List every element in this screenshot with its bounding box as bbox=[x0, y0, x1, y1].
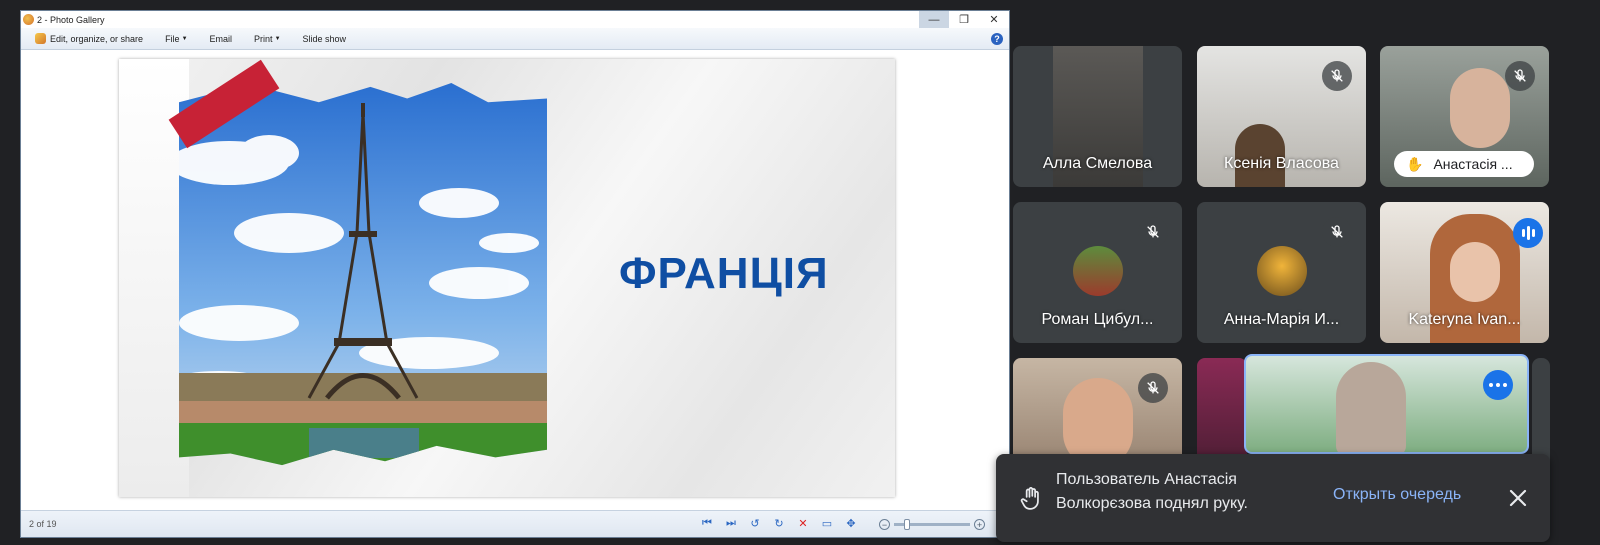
restore-button[interactable]: ❐ bbox=[949, 11, 979, 28]
raised-hand-badge: ✋ Анастасія ... bbox=[1394, 151, 1534, 177]
participant-name: Анастасія ... bbox=[1433, 156, 1513, 172]
avatar bbox=[1073, 246, 1123, 296]
speaking-indicator-icon bbox=[1513, 218, 1543, 248]
mic-off-icon bbox=[1138, 217, 1168, 247]
chevron-down-icon: ▼ bbox=[274, 35, 281, 42]
edit-label: Edit, organize, or share bbox=[50, 33, 144, 44]
rotate-right-icon[interactable]: ↻ bbox=[769, 517, 789, 530]
zoom-out-icon[interactable]: − bbox=[879, 519, 890, 530]
zoom-slider[interactable] bbox=[894, 519, 970, 530]
participant-name: Анна-Марія И... bbox=[1223, 311, 1340, 328]
presentation-slide: ФРАНЦІЯ bbox=[119, 59, 895, 497]
more-options-icon[interactable] bbox=[1483, 370, 1513, 400]
title-bar: 2 - Photo Gallery — ❐ ✕ bbox=[21, 11, 1009, 28]
edit-icon bbox=[35, 33, 46, 44]
window-title: 2 - Photo Gallery bbox=[37, 14, 105, 25]
mic-off-icon bbox=[1138, 373, 1168, 403]
participant-tile[interactable]: ✋ Анастасія ... bbox=[1380, 46, 1549, 187]
open-queue-button[interactable]: Открыть очередь bbox=[1333, 486, 1461, 504]
photo-gallery-app-icon bbox=[23, 14, 34, 25]
hand-raise-notification: Пользователь Анастасія Волкорєзова подня… bbox=[996, 454, 1550, 542]
edit-organize-share-button[interactable]: Edit, organize, or share bbox=[35, 33, 143, 44]
actual-size-icon[interactable]: ✥ bbox=[841, 517, 861, 530]
participant-tile[interactable]: Роман Цибул... bbox=[1013, 202, 1182, 343]
participant-face bbox=[1450, 242, 1500, 302]
print-menu[interactable]: Print ▼ bbox=[254, 34, 280, 44]
zoom-slider-thumb[interactable] bbox=[904, 519, 910, 530]
delete-icon[interactable]: ✕ bbox=[793, 517, 813, 530]
minimize-button[interactable]: — bbox=[919, 11, 949, 28]
gallery-status-bar: 2 of 19 ⏮ ⏭ ↺ ↻ ✕ ▭ ✥ − + bbox=[21, 510, 1009, 537]
raised-hand-icon: ✋ bbox=[1406, 155, 1424, 172]
participant-tile[interactable]: Kateryna Ivan... bbox=[1380, 202, 1549, 343]
rotate-left-icon[interactable]: ↺ bbox=[745, 517, 765, 530]
file-menu[interactable]: File ▼ bbox=[165, 34, 187, 44]
notification-message: Пользователь Анастасія Волкорєзова подня… bbox=[1056, 471, 1248, 512]
mic-off-icon bbox=[1322, 61, 1352, 91]
participant-name: Ксенія Власова bbox=[1224, 155, 1339, 172]
photo-canvas: ФРАНЦІЯ bbox=[21, 51, 1009, 511]
mic-off-icon bbox=[1505, 61, 1535, 91]
slide-show-button[interactable]: Slide show bbox=[303, 34, 347, 44]
participant-tile-self[interactable] bbox=[1244, 354, 1529, 454]
next-icon[interactable]: ⏭ bbox=[721, 517, 741, 530]
gallery-menu-bar: Edit, organize, or share File ▼ Email Pr… bbox=[21, 28, 1009, 50]
slide-title: ФРАНЦІЯ bbox=[619, 249, 829, 298]
participant-tile[interactable]: Алла Смелова bbox=[1013, 46, 1182, 187]
participant-name: Kateryna Ivan... bbox=[1408, 311, 1521, 328]
avatar bbox=[1257, 246, 1307, 296]
zoom-in-icon[interactable]: + bbox=[974, 519, 985, 530]
slide-show-label: Slide show bbox=[302, 33, 347, 44]
participant-video bbox=[1450, 68, 1510, 148]
file-menu-label: File bbox=[165, 33, 180, 44]
slide-show-icon[interactable]: ▭ bbox=[817, 517, 837, 530]
mic-off-icon bbox=[1322, 217, 1352, 247]
email-menu-label: Email bbox=[209, 33, 233, 44]
participant-name: Роман Цибул... bbox=[1041, 311, 1154, 328]
participant-name: Алла Смелова bbox=[1042, 155, 1153, 172]
image-counter: 2 of 19 bbox=[29, 519, 57, 529]
close-window-button[interactable]: ✕ bbox=[979, 11, 1009, 28]
print-menu-label: Print bbox=[254, 33, 273, 44]
previous-icon[interactable]: ⏮ bbox=[697, 517, 717, 530]
raised-hand-icon bbox=[1018, 485, 1044, 511]
participant-video bbox=[1336, 362, 1406, 452]
chevron-down-icon: ▼ bbox=[181, 35, 188, 42]
eiffel-tower-photo bbox=[179, 83, 547, 466]
participant-tile[interactable]: Анна-Марія И... bbox=[1197, 202, 1366, 343]
email-menu[interactable]: Email bbox=[210, 34, 233, 44]
participant-tile[interactable]: Ксенія Власова bbox=[1197, 46, 1366, 187]
help-icon[interactable]: ? bbox=[991, 32, 1003, 45]
photo-gallery-window: 2 - Photo Gallery — ❐ ✕ Edit, organize, … bbox=[20, 10, 1010, 538]
close-icon[interactable] bbox=[1504, 484, 1532, 512]
